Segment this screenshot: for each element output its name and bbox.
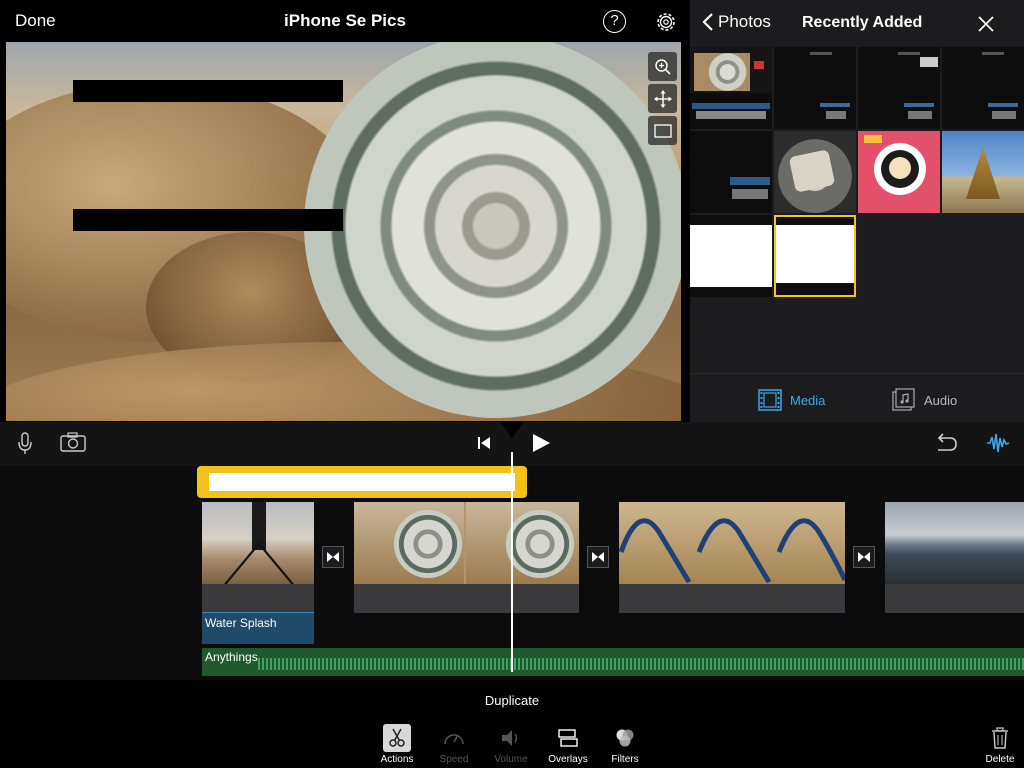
undo-icon xyxy=(937,433,957,451)
video-clip[interactable] xyxy=(619,502,845,613)
tab-audio-label: Audio xyxy=(924,392,958,408)
undo-button[interactable] xyxy=(934,432,958,459)
delete-label: Delete xyxy=(985,754,1015,765)
chevron-left-icon xyxy=(702,13,713,31)
video-viewer[interactable] xyxy=(6,42,681,421)
playhead-marker xyxy=(500,422,524,438)
filters-icon xyxy=(616,729,634,747)
speedometer-icon xyxy=(444,734,464,745)
clip-thumbnail xyxy=(885,502,1024,584)
scissors-icon xyxy=(389,728,405,747)
back-to-photos-button[interactable]: Photos xyxy=(702,12,771,32)
zoom-icon xyxy=(654,58,671,75)
film-strip-icon xyxy=(758,389,782,411)
video-clip[interactable] xyxy=(885,502,1024,613)
volume-label: Volume xyxy=(494,754,528,765)
skip-back-icon xyxy=(478,437,490,449)
waveform-icon xyxy=(987,433,1010,453)
overlays-icon xyxy=(558,729,578,747)
speaker-icon xyxy=(502,730,518,746)
transition-button[interactable] xyxy=(853,546,875,568)
video-clip[interactable] xyxy=(202,502,314,613)
media-browser-header: Photos Recently Added xyxy=(690,0,1024,47)
playhead-line[interactable] xyxy=(511,452,513,672)
frame-icon xyxy=(653,123,672,138)
music-track-label: Anythings xyxy=(205,650,258,664)
rope-image xyxy=(619,518,845,584)
media-thumbnail[interactable] xyxy=(942,47,1024,129)
camera-icon xyxy=(60,432,86,452)
media-thumbnail[interactable] xyxy=(942,131,1024,213)
microphone-icon xyxy=(18,432,32,454)
audio-waveform-button[interactable] xyxy=(986,432,1010,459)
media-tabs: Media Audio xyxy=(690,373,1024,422)
transition-icon xyxy=(858,552,870,562)
panel-title: Recently Added xyxy=(802,14,923,31)
record-voiceover-button[interactable] xyxy=(16,432,34,461)
filters-tool[interactable]: Filters xyxy=(600,724,650,765)
media-thumbnail[interactable] xyxy=(690,215,772,297)
camera-button[interactable] xyxy=(60,432,86,457)
pan-button[interactable] xyxy=(648,84,677,113)
media-thumbnail[interactable] xyxy=(858,47,940,129)
zoom-button[interactable] xyxy=(648,52,677,81)
media-thumbnail[interactable] xyxy=(774,131,856,213)
skip-to-start-button[interactable] xyxy=(476,435,492,456)
speed-label: Speed xyxy=(439,754,469,765)
transition-icon xyxy=(327,552,339,562)
media-browser: Photos Recently Added Media Audio xyxy=(690,0,1024,422)
help-button[interactable]: ? xyxy=(603,10,626,33)
media-thumbnail[interactable] xyxy=(858,131,940,213)
music-note-icon xyxy=(892,388,915,411)
edit-toolbar: Duplicate Actions Speed Volume Overlays … xyxy=(0,680,1024,768)
volume-tool: Volume xyxy=(486,724,536,765)
play-button[interactable] xyxy=(530,432,552,459)
redacted-bar xyxy=(73,209,343,231)
trash-icon xyxy=(992,727,1008,749)
title-clip-content xyxy=(209,473,515,491)
overlays-label: Overlays xyxy=(548,754,588,765)
tab-media[interactable]: Media xyxy=(758,388,825,412)
tab-media-label: Media xyxy=(790,392,826,408)
title-clip-selected[interactable] xyxy=(197,466,527,498)
speed-tool: Speed xyxy=(429,724,479,765)
media-thumbnail[interactable] xyxy=(774,47,856,129)
settings-button[interactable] xyxy=(654,10,678,34)
top-bar: Done iPhone Se Pics ? xyxy=(0,0,686,42)
media-thumbnail[interactable] xyxy=(690,47,772,129)
overlays-tool[interactable]: Overlays xyxy=(543,724,593,765)
media-thumbnail[interactable] xyxy=(690,131,772,213)
transition-button[interactable] xyxy=(322,546,344,568)
bottle-image xyxy=(304,42,681,418)
play-icon xyxy=(533,434,550,452)
clip-thumbnail xyxy=(619,502,845,584)
project-title: iPhone Se Pics xyxy=(284,11,406,30)
back-label: Photos xyxy=(718,12,771,31)
duplicate-button[interactable]: Duplicate xyxy=(0,693,1024,708)
background-music-track[interactable]: Anythings xyxy=(202,648,1024,676)
gear-icon xyxy=(657,13,675,31)
redacted-bar xyxy=(73,80,343,102)
actions-tool[interactable]: Actions xyxy=(372,724,422,765)
music-waveform xyxy=(258,658,1024,670)
crop-button[interactable] xyxy=(648,116,677,145)
clip-thumbnail xyxy=(354,502,579,584)
transition-button[interactable] xyxy=(587,546,609,568)
delete-button[interactable]: Delete xyxy=(975,724,1024,765)
tab-audio[interactable]: Audio xyxy=(892,388,957,412)
transition-icon xyxy=(592,552,604,562)
sound-effect-clip[interactable]: Water Splash xyxy=(202,612,314,644)
close-button[interactable] xyxy=(976,14,996,34)
video-clip[interactable] xyxy=(354,502,579,613)
actions-label: Actions xyxy=(380,754,414,765)
close-icon xyxy=(978,16,994,32)
move-icon xyxy=(653,89,672,108)
media-thumbnail-selected[interactable] xyxy=(774,215,856,297)
clip-thumbnail xyxy=(202,502,314,584)
sound-effect-label: Water Splash xyxy=(205,616,277,630)
filters-label: Filters xyxy=(611,754,639,765)
